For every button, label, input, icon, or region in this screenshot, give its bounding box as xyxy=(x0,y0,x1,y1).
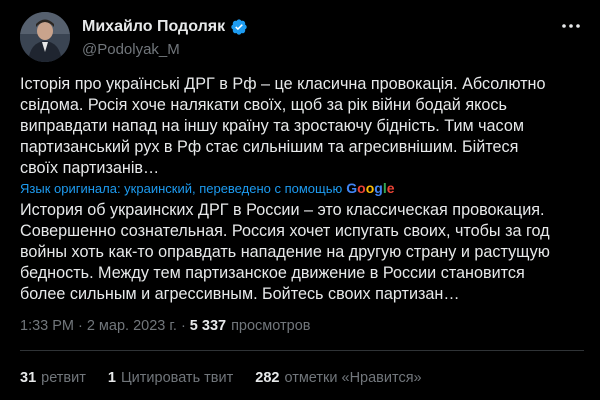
engagement-stats: 31 ретвит 1 Цитировать твит 282 отметки … xyxy=(20,368,444,388)
tweet-time[interactable]: 1:33 PM xyxy=(20,318,74,334)
author-display-name[interactable]: Михайло Подоляк xyxy=(82,18,225,36)
verified-badge-icon xyxy=(231,19,247,35)
views-count: 5 337 xyxy=(189,318,227,334)
more-dots-icon xyxy=(562,24,580,28)
author-avatar[interactable] xyxy=(20,12,70,62)
quotes-count: 1 xyxy=(107,370,116,386)
translated-line: войны хоть как-то оправдать нападение на… xyxy=(20,243,550,261)
tweet-original-text: Історія про українські ДРГ в Рф – це кла… xyxy=(20,74,590,179)
translation-attribution[interactable]: Язык оригинала: украинский, переведено с… xyxy=(20,180,395,196)
translated-line: Совершенно сознательная. Россия хочет ис… xyxy=(20,222,550,240)
retweets-count: 31 xyxy=(20,370,37,386)
tweet-translated-text: История об украинских ДРГ в России – это… xyxy=(20,200,590,305)
quotes-stat[interactable]: 1 Цитировать твит xyxy=(108,370,233,386)
author-name-block: Михайло Подоляк @Podolyak_M xyxy=(82,16,248,58)
tweet-card: Михайло Подоляк @Podolyak_M Історія про … xyxy=(0,0,600,400)
original-line: Історія про українські ДРГ в Рф – це кла… xyxy=(20,75,546,93)
meta-separator: · xyxy=(78,318,83,334)
retweets-stat[interactable]: 31 ретвит xyxy=(20,370,86,386)
author-handle[interactable]: @Podolyak_M xyxy=(82,41,248,58)
divider xyxy=(20,350,584,351)
translated-line: бедность. Между тем партизанское движени… xyxy=(20,264,525,282)
original-line: виправдати напад на іншу країну та зрост… xyxy=(20,117,524,135)
quotes-label: Цитировать твит xyxy=(120,370,234,386)
translated-line: более сильным и агрессивным. Бойтесь сво… xyxy=(20,285,460,303)
likes-label: отметки «Нравится» xyxy=(284,370,422,386)
original-line: своїх партизанів… xyxy=(20,159,160,177)
original-line: партизанський рух в Рф стає сильнішим та… xyxy=(20,138,519,156)
meta-separator: · xyxy=(180,318,186,334)
display-name-row: Михайло Подоляк xyxy=(82,16,248,38)
avatar-photo xyxy=(20,12,70,62)
translation-label: Язык оригинала: украинский, переведено с… xyxy=(20,180,343,196)
views-label: просмотров xyxy=(231,318,311,334)
likes-count: 282 xyxy=(255,370,280,386)
translated-line: История об украинских ДРГ в России – это… xyxy=(20,201,545,219)
google-logo: Google xyxy=(346,180,395,196)
tweet-date[interactable]: 2 мар. 2023 г. xyxy=(87,318,177,334)
tweet-header: Михайло Подоляк @Podolyak_M xyxy=(20,10,584,64)
tweet-meta-row: 1:33 PM · 2 мар. 2023 г. · 5 337 просмот… xyxy=(20,316,311,336)
retweets-label: ретвит xyxy=(41,370,86,386)
likes-stat[interactable]: 282 отметки «Нравится» xyxy=(255,370,421,386)
original-line: свідома. Росія хоче налякати своїх, щоб … xyxy=(20,96,507,114)
more-options-button[interactable] xyxy=(560,18,582,34)
